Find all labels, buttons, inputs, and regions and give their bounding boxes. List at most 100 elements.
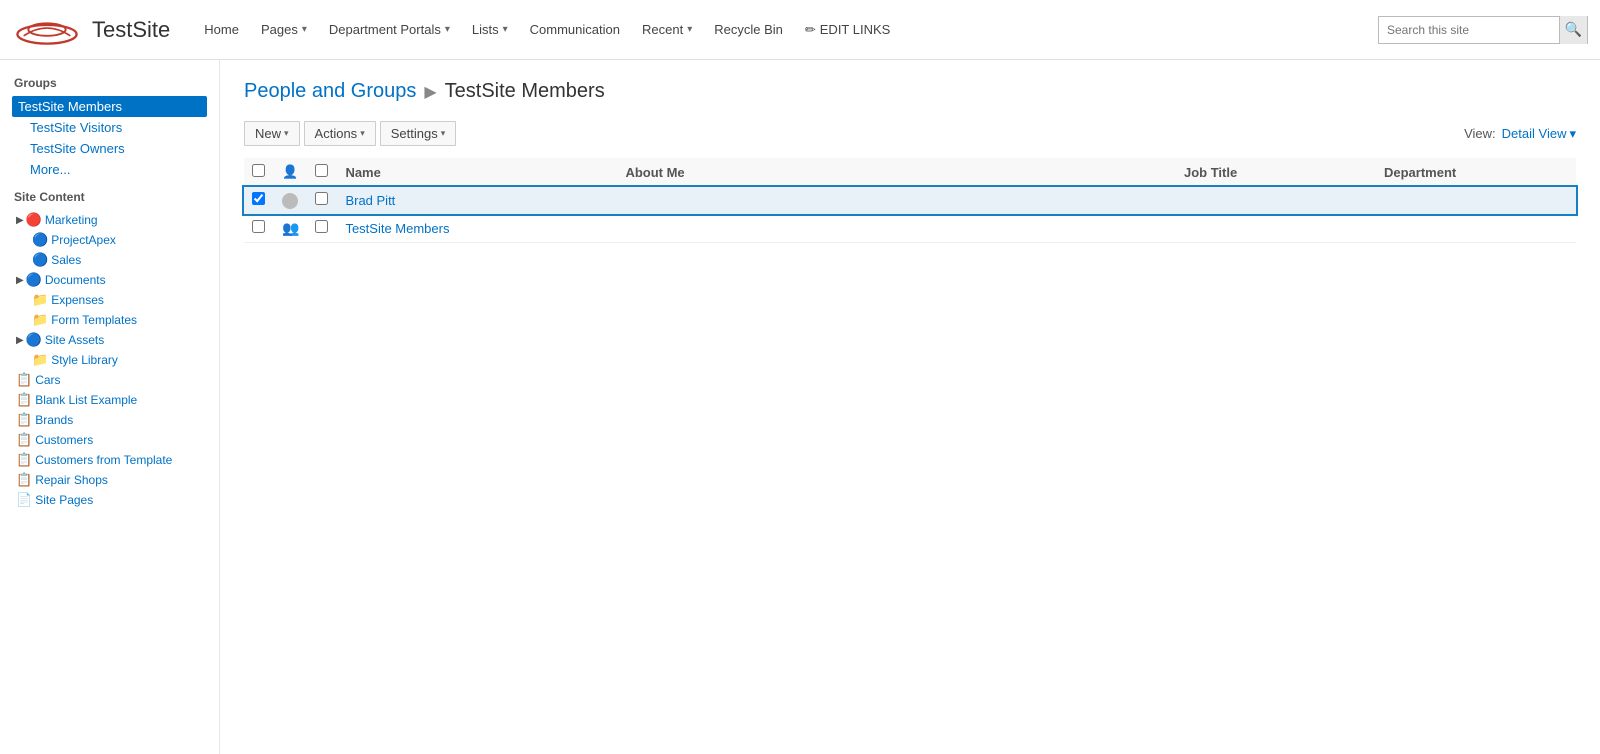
logo-area: TestSite [12, 10, 170, 50]
actions-button[interactable]: Actions ▾ [304, 121, 376, 146]
people-table: 👤 Name About Me Job Title Department [244, 158, 1576, 243]
nav-pages[interactable]: Pages ▾ [251, 0, 317, 60]
breadcrumb-current: TestSite Members [445, 80, 605, 103]
expenses-icon: 📁 [32, 292, 48, 308]
new-button[interactable]: New ▾ [244, 121, 300, 146]
settings-caret-icon: ▾ [441, 128, 446, 139]
view-selector: View: Detail View ▾ [1464, 126, 1576, 142]
sidebar-item-testsite-owners[interactable]: TestSite Owners [12, 138, 207, 159]
expand-site-assets-icon: ▶ [16, 335, 24, 346]
search-button[interactable]: 🔍 [1559, 16, 1587, 44]
site-title: TestSite [92, 17, 170, 43]
tree-customers[interactable]: 📋 Customers [12, 430, 207, 450]
breadcrumb-parent[interactable]: People and Groups [244, 80, 416, 103]
header-name-col[interactable]: Name [337, 158, 617, 187]
tree-documents[interactable]: ▶ 🔵 Documents [12, 270, 207, 290]
row1-checkbox2[interactable] [315, 192, 328, 205]
recent-caret: ▾ [687, 24, 692, 35]
search-input[interactable] [1379, 23, 1559, 37]
tree-blank-list[interactable]: 📋 Blank List Example [12, 390, 207, 410]
actions-caret-icon: ▾ [360, 128, 365, 139]
breadcrumb: People and Groups ▶ TestSite Members [244, 80, 1576, 103]
tree-marketing[interactable]: ▶ 🔴 Marketing [12, 210, 207, 230]
row2-about [617, 214, 1176, 242]
tree-site-assets[interactable]: ▶ 🔵 Site Assets [12, 330, 207, 350]
projectapex-icon: 🔵 [32, 232, 48, 248]
blank-list-icon: 📋 [16, 392, 32, 408]
row2-dept [1376, 214, 1576, 242]
tree-sales[interactable]: 🔵 Sales [12, 250, 207, 270]
settings-button[interactable]: Settings ▾ [380, 121, 457, 146]
sidebar: Groups TestSite Members TestSite Visitor… [0, 60, 220, 754]
cars-icon: 📋 [16, 372, 32, 388]
nav-communication[interactable]: Communication [520, 0, 630, 60]
row1-icon [274, 187, 307, 215]
row2-check [244, 214, 274, 242]
row2-icon: 👥 [274, 214, 307, 242]
tree-site-pages[interactable]: 📄 Site Pages [12, 490, 207, 510]
tree-projectapex[interactable]: 🔵 ProjectApex [12, 230, 207, 250]
nav-department-portals[interactable]: Department Portals ▾ [319, 0, 460, 60]
nav-lists[interactable]: Lists ▾ [462, 0, 518, 60]
documents-icon: 🔵 [26, 272, 42, 288]
site-content-title: Site Content [12, 190, 207, 204]
group-icon: 👥 [282, 220, 299, 236]
sidebar-item-more[interactable]: More... [12, 159, 207, 180]
nav-recent[interactable]: Recent ▾ [632, 0, 702, 60]
expand-marketing-icon: ▶ [16, 215, 24, 226]
row2-job [1176, 214, 1376, 242]
sidebar-item-testsite-visitors[interactable]: TestSite Visitors [12, 117, 207, 138]
table-row: 👥 TestSite Members [244, 214, 1576, 242]
row1-name-link[interactable]: Brad Pitt [345, 193, 395, 208]
site-pages-icon: 📄 [16, 492, 32, 508]
brands-icon: 📋 [16, 412, 32, 428]
dept-caret: ▾ [445, 24, 450, 35]
row1-name: Brad Pitt [337, 187, 617, 215]
row1-dept [1376, 187, 1576, 215]
tree-expenses[interactable]: 📁 Expenses [12, 290, 207, 310]
tree-cars[interactable]: 📋 Cars [12, 370, 207, 390]
select-all-checkbox2[interactable] [315, 164, 328, 177]
layout: Groups TestSite Members TestSite Visitor… [0, 60, 1600, 754]
edit-links[interactable]: ✏ EDIT LINKS [795, 0, 900, 60]
nav-home[interactable]: Home [194, 0, 249, 60]
row2-name: TestSite Members [337, 214, 617, 242]
row1-checkbox[interactable] [252, 192, 265, 205]
style-library-icon: 📁 [32, 352, 48, 368]
header-dept-col[interactable]: Department [1376, 158, 1576, 187]
view-detail-link[interactable]: Detail View ▾ [1502, 126, 1576, 142]
new-caret-icon: ▾ [284, 128, 289, 139]
lists-caret: ▾ [503, 24, 508, 35]
tree-style-library[interactable]: 📁 Style Library [12, 350, 207, 370]
tree-customers-from-template[interactable]: 📋 Customers from Template [12, 450, 207, 470]
marketing-icon: 🔴 [26, 212, 42, 228]
row1-about [617, 187, 1176, 215]
toolbar: New ▾ Actions ▾ Settings ▾ View: Detail … [244, 121, 1576, 146]
expand-documents-icon: ▶ [16, 275, 24, 286]
main-content: People and Groups ▶ TestSite Members New… [220, 60, 1600, 754]
header-job-col[interactable]: Job Title [1176, 158, 1376, 187]
row1-check [244, 187, 274, 215]
tree-repair-shops[interactable]: 📋 Repair Shops [12, 470, 207, 490]
customers-icon: 📋 [16, 432, 32, 448]
pages-caret: ▾ [302, 24, 307, 35]
nav-bar: Home Pages ▾ Department Portals ▾ Lists … [194, 0, 1378, 60]
breadcrumb-separator: ▶ [424, 82, 436, 102]
row2-checkbox2[interactable] [315, 220, 328, 233]
tree-brands[interactable]: 📋 Brands [12, 410, 207, 430]
site-assets-icon: 🔵 [26, 332, 42, 348]
nav-recycle-bin[interactable]: Recycle Bin [704, 0, 793, 60]
form-templates-icon: 📁 [32, 312, 48, 328]
sidebar-item-testsite-members[interactable]: TestSite Members [12, 96, 207, 117]
header-icon-col: 👤 [274, 158, 307, 187]
select-all-checkbox[interactable] [252, 164, 265, 177]
header-about-col[interactable]: About Me [617, 158, 1176, 187]
row1-check2 [307, 187, 337, 215]
repair-shops-icon: 📋 [16, 472, 32, 488]
row2-checkbox[interactable] [252, 220, 265, 233]
person-icon-header: 👤 [282, 164, 298, 179]
row1-job [1176, 187, 1376, 215]
tree-form-templates[interactable]: 📁 Form Templates [12, 310, 207, 330]
row2-name-link[interactable]: TestSite Members [345, 221, 449, 236]
view-caret-icon: ▾ [1569, 126, 1576, 142]
